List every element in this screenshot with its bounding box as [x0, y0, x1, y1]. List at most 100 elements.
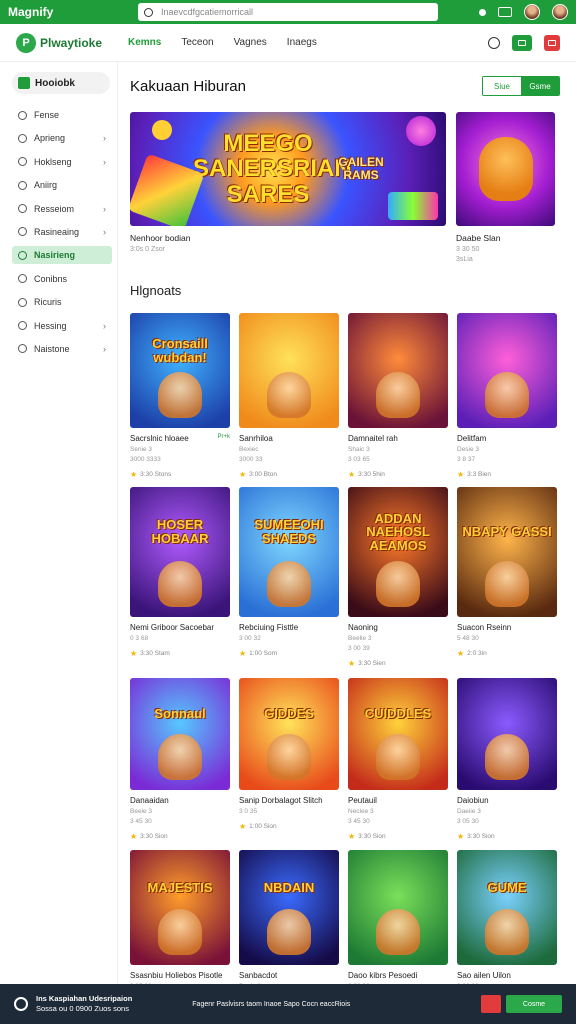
sidebar-item[interactable]: Aniirg	[12, 176, 112, 194]
game-meta: 3000 33	[239, 456, 263, 463]
sidebar-item[interactable]: Ricuris	[12, 293, 112, 311]
sidebar-list: Fense Aprieng › Hoklseng › Aniirg Resseiom › Ras…	[12, 106, 117, 358]
sidebar-item[interactable]: Rasineaing ›	[12, 223, 112, 241]
game-art-title: MAJESTIS	[147, 879, 213, 895]
nav-links: Kemns Teceon Vagnes Inaegs	[128, 37, 317, 48]
sidebar-item-label: Conibns	[34, 273, 68, 284]
game-title: Suacon Rseinn	[457, 623, 512, 632]
avatar-secondary[interactable]	[552, 4, 568, 20]
chat-icon[interactable]	[498, 7, 512, 17]
game-rating-text: 3:30 Stons	[140, 471, 172, 478]
game-art: ADDAN NAEHOSL AEAMOS	[348, 487, 448, 617]
gift-icon	[548, 39, 556, 46]
sidebar-item[interactable]: Hoklseng ›	[12, 153, 112, 171]
tab-1[interactable]: Siue	[483, 77, 521, 95]
featured-side-meta-2: 3sLia	[456, 256, 473, 263]
search-icon[interactable]	[488, 36, 500, 49]
star-icon: ★	[348, 659, 356, 668]
game-title-row: Ssasnbiu Holiebos Pisotle	[130, 971, 230, 980]
game-art	[239, 313, 339, 428]
game-card[interactable]: Sonnaul Danaaidan Beeie 3 3 45 30 ★ 3:30 Sion	[130, 678, 230, 850]
avatar[interactable]	[524, 4, 540, 20]
sidebar-item[interactable]: Hessing ›	[12, 317, 112, 335]
game-card[interactable]: Delitfam Desie 3 3 8 37 ★ 3:3 Bien	[457, 313, 557, 487]
refresh-icon	[18, 133, 27, 143]
game-card[interactable]: ADDAN NAEHOSL AEAMOS Naoning Beelie 3 3 00 …	[348, 487, 448, 678]
grid-icon	[18, 250, 27, 260]
game-art: Sonnaul	[130, 678, 230, 790]
game-card[interactable]: Damnaitel rah Shaic 3 3 03 65 ★ 3:30 5hin	[348, 313, 448, 487]
close-button[interactable]	[481, 995, 501, 1013]
character-figure	[376, 734, 420, 780]
top-search-input[interactable]: Inaevcdfgcatiemorricall	[138, 3, 438, 21]
tab-2[interactable]: Gsme	[521, 77, 559, 95]
game-meta: 0 3 68	[130, 635, 149, 642]
featured-row: MEEGO SANERSRIAN SARES GAILEN RAMS Nenho…	[130, 112, 560, 263]
game-rating-text: 1:00 Sion	[249, 823, 277, 830]
game-card[interactable]: Cronsaill wubdan! Sacrslnic hloaee Pr+k Sen…	[130, 313, 230, 487]
game-art: NBAPY GASSI	[457, 487, 557, 617]
gift-button[interactable]	[544, 34, 560, 51]
game-card[interactable]: Daiobiun Daeiie 3 3 05 30 ★ 3:30 Sion	[457, 678, 557, 850]
game-rating-text: 3:30 Sien	[358, 660, 386, 667]
game-art-title: Sonnaul	[154, 706, 206, 722]
game-card[interactable]: SUMEEOHI SHAEDS Rebciuing Fisttle 3 00 32 ★…	[239, 487, 339, 678]
sidebar-item[interactable]: Aprieng ›	[12, 129, 112, 147]
game-card[interactable]: Sanrhiloa Bexiec 3000 33 ★ 3:00 Bton	[239, 313, 339, 487]
star-icon: ★	[348, 832, 356, 841]
sidebar-item[interactable]: Conibns	[12, 270, 112, 288]
game-meta: 3 00 32	[239, 635, 261, 642]
game-rating-text: 3:30 Sion	[467, 833, 495, 840]
game-card[interactable]: NBAPY GASSI Suacon Rseinn 5 48 30 ★ 2:0 3in	[457, 487, 557, 678]
game-subtitle: Beeie 3	[130, 808, 153, 815]
character-figure	[267, 734, 311, 780]
game-card[interactable]: GIDDES Sanip Dorbalagot Slitch 3 0 35 ★ 1:00…	[239, 678, 339, 850]
message-button[interactable]	[512, 34, 532, 51]
brand-name[interactable]: Magnify	[8, 5, 128, 19]
footer-cta-button[interactable]: Cosme	[506, 995, 562, 1013]
game-subtitle: Neclee 3	[348, 808, 374, 815]
game-card[interactable]: HOSER HOBAAR Nemi Griboor Sacoebar 0 3 68 ★…	[130, 487, 230, 678]
chevron-right-icon: ›	[103, 226, 106, 237]
footer-line-2: Sossa ou 0 0900 Zuos sons	[36, 1004, 129, 1013]
game-subtitle: Senie 3	[130, 446, 153, 453]
footer-info: Ins Kaspiahan Udesripaion Sossa ou 0 090…	[36, 994, 132, 1014]
grid-title: Hlgnoats	[130, 283, 182, 298]
nav-actions	[488, 34, 560, 51]
featured-banner-main[interactable]: MEEGO SANERSRIAN SARES GAILEN RAMS Nenho…	[130, 112, 446, 263]
sidebar-item-label: Aniirg	[34, 180, 58, 191]
bear-character	[478, 137, 533, 201]
sidebar-item[interactable]: Resseiom ›	[12, 200, 112, 218]
nav-link-2[interactable]: Teceon	[181, 37, 213, 48]
featured-main-subtitle: GAILEN RAMS	[338, 155, 384, 182]
star-icon: ★	[457, 470, 465, 479]
game-title: Damnaitel rah	[348, 434, 398, 443]
game-art: Cronsaill wubdan!	[130, 313, 230, 428]
sidebar-item[interactable]: Nasirieng	[12, 246, 112, 265]
game-art-title: GUME	[487, 879, 527, 895]
game-title: Sacrslnic hloaee	[130, 434, 189, 443]
game-grid: Cronsaill wubdan! Sacrslnic hloaee Pr+k Sen…	[130, 313, 560, 1020]
sidebar-item[interactable]: Fense	[12, 106, 112, 124]
footer-line-1: Ins Kaspiahan Udesripaion	[36, 994, 133, 1004]
game-rating-text: 3:30 Sion	[140, 833, 168, 840]
nav-link-4[interactable]: Inaegs	[287, 37, 317, 48]
featured-banner-side[interactable]: Daabe Slan 3 30 50 3sLia	[456, 112, 555, 263]
nav-link-1[interactable]: Kemns	[128, 37, 161, 48]
game-title-row: Peutauil	[348, 796, 448, 805]
game-title: Delitfam	[457, 434, 487, 443]
game-card[interactable]: CUIDDLES Peutauil Neclee 3 3 45 30 ★ 3:30 Sio…	[348, 678, 448, 850]
main-content: Kakuaan Hiburan Siue Gsme MEEGO SANERSRI…	[130, 62, 560, 1020]
nav-link-3[interactable]: Vagnes	[234, 37, 267, 48]
sidebar-header-label: Hooiobk	[35, 77, 75, 89]
notification-icon[interactable]	[479, 8, 486, 16]
logo[interactable]: P Plwaytioke	[16, 32, 126, 53]
game-meta: 3 45 30	[130, 818, 152, 825]
featured-header: Kakuaan Hiburan Siue Gsme	[130, 76, 560, 96]
game-rating-text: 3:30 5hin	[358, 471, 385, 478]
game-title: Danaaidan	[130, 796, 169, 805]
character-figure	[267, 372, 311, 418]
sidebar-item[interactable]: Naistone ›	[12, 340, 112, 358]
star-icon: ★	[457, 649, 465, 658]
sidebar-header[interactable]: Hooiobk	[12, 72, 110, 94]
